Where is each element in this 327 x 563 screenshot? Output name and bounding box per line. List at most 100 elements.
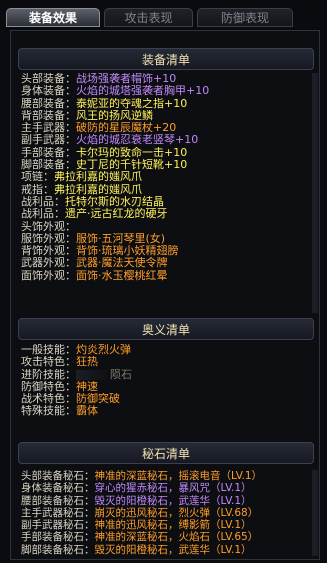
equipment-row: 战利品：托特尔斯的水刃结晶 (21, 196, 313, 208)
equipment-slot-label: 副手武器： (21, 134, 76, 147)
equipment-row: 项链：弗拉利嘉的媸风爪 (21, 171, 313, 183)
equipment-list: 头部装备：战场强袭者帽饰+10 身体装备：火焰的城塔强袭者胸甲+10 腰部装备：… (21, 73, 313, 282)
secret-row: 一般技能：灼炎烈火弹 (21, 344, 313, 356)
equipment-row: 背部装备：风王的扬风逆鳞 (21, 110, 313, 122)
rune-name[interactable]: 毁灭的阳橙秘石，武莲华（LV.1） (95, 544, 252, 556)
equipment-slot-label: 头部装备： (21, 73, 76, 85)
secret-skill-name[interactable]: 防御突破 (76, 393, 120, 405)
equipment-scrollbar[interactable] (312, 73, 318, 313)
equipment-item-name[interactable]: 弗拉利嘉的媸风爪 (54, 171, 142, 183)
equipment-row: 服饰外观：服饰·五河琴里(女) (21, 233, 313, 245)
secret-skill-name[interactable]: 霸体 (76, 405, 98, 417)
equipment-slot-label: 战利品： (21, 208, 65, 221)
secret-row: 特殊技能：霸体 (21, 405, 313, 417)
equipment-item-name[interactable]: 战场强袭者帽饰+10 (76, 73, 176, 85)
rune-list: 头部装备秘石：神准的深蓝秘石，摇滚电音（LV.1） 身体装备秘石：穿心的猩赤秘石… (21, 470, 313, 556)
equipment-item-name[interactable]: 遗产·远古红龙的硬牙 (65, 208, 168, 220)
secret-row: 防御特色：神速 (21, 381, 313, 393)
equipment-slot-label: 手部装备： (21, 146, 76, 159)
secret-row: 攻击特色：狂热 (21, 356, 313, 368)
rune-row: 头部装备秘石：神准的深蓝秘石，摇滚电音（LV.1） (21, 470, 313, 482)
equipment-row: 头饰外观： (21, 221, 313, 233)
secret-skill-name[interactable]: 狂热 (76, 356, 98, 368)
panel-frame: 装备清单 头部装备：战场强袭者帽饰+10 身体装备：火焰的城塔强袭者胸甲+10 … (10, 30, 320, 560)
equipment-slot-label: 背部装备： (21, 109, 76, 122)
tab-bar: 装备效果 攻击表现 防御表现 (0, 0, 327, 30)
equipment-item-name[interactable]: 面饰·水玉樱桃红晕 (76, 270, 168, 282)
equipment-slot-label: 武器外观： (21, 257, 76, 270)
rune-name[interactable]: 崩灭的迅风秘石，烈火弹（LV.68） (95, 507, 259, 519)
secret-row: 战术特色：防御突破 (21, 393, 313, 405)
tab-defense-performance[interactable]: 防御表现 (197, 8, 293, 27)
rune-slot-label: 副手武器秘石： (21, 519, 95, 532)
equipment-slot-label: 服饰外观： (21, 232, 76, 245)
equipment-item-name[interactable]: 弗拉利嘉的媸风爪 (54, 184, 142, 196)
rune-row: 手部装备秘石：神准的深蓝秘石，火焰石（LV.65） (21, 531, 313, 543)
secret-list-header: 奥义清单 (18, 318, 314, 340)
rune-slot-label: 主手武器秘石： (21, 506, 95, 519)
equipment-slot-label: 戒指： (21, 183, 54, 196)
equipment-row: 战利品：遗产·远古红龙的硬牙 (21, 208, 313, 220)
secret-skill-name[interactable]: 灼炎烈火弹 (76, 344, 131, 356)
equipment-row: 腰部装备：泰妮亚的夺魂之指+10 (21, 98, 313, 110)
equipment-item-name[interactable]: 火焰的城塔强袭者胸甲+10 (76, 85, 209, 97)
equipment-row: 背饰外观：背饰·琉璃小妖精翅膀 (21, 245, 313, 257)
equipment-slot-label: 身体装备： (21, 85, 76, 98)
secret-slot-label: 一般技能： (21, 344, 76, 356)
rune-row: 主手武器秘石：崩灭的迅风秘石，烈火弹（LV.68） (21, 507, 313, 519)
equipment-row: 主手武器：破防的星辰魔杖+20 (21, 122, 313, 134)
secret-slot-label: 进阶技能： (21, 368, 76, 381)
equipment-item-name[interactable]: 服饰·五河琴里(女) (76, 233, 165, 245)
equipment-row: 身体装备：火焰的城塔强袭者胸甲+10 (21, 85, 313, 97)
secret-skill-name[interactable]: 神速 (76, 381, 98, 393)
rune-name[interactable]: 神准的迅风秘石，缚影箭（LV.1） (95, 519, 252, 531)
equipment-item-name[interactable]: 火焰的城忍衰老竖琴+10 (76, 134, 198, 146)
rune-slot-label: 手部装备秘石： (21, 531, 95, 544)
rune-name[interactable]: 穿心的猩赤秘石，暴风咒（LV.1） (95, 482, 252, 494)
equipment-item-name[interactable]: 卡尔玛的致命一击+10 (76, 147, 187, 159)
equipment-item-name[interactable]: 破防的星辰魔杖+20 (76, 122, 176, 134)
equipment-item-name[interactable]: 史丁尼的千针短靴+10 (76, 159, 187, 171)
equipment-item-name[interactable]: 风王的扬风逆鳞 (76, 110, 153, 122)
secret-list: 一般技能：灼炎烈火弹 攻击特色：狂热 进阶技能： 陨石 防御特色：神速 战术特色：… (21, 344, 313, 418)
rune-slot-label: 脚部装备秘石： (21, 543, 95, 556)
equipment-row: 副手武器：火焰的城忍衰老竖琴+10 (21, 134, 313, 146)
rune-name[interactable]: 神准的深蓝秘石，火焰石（LV.65） (95, 531, 259, 543)
equipment-row: 面饰外观：面饰·水玉樱桃红晕 (21, 270, 313, 282)
rune-row: 副手武器秘石：神准的迅风秘石，缚影箭（LV.1） (21, 519, 313, 531)
tab-attack-performance[interactable]: 攻击表现 (104, 8, 193, 27)
skill-icon (76, 369, 108, 380)
equipment-item-name[interactable]: 背饰·琉璃小妖精翅膀 (76, 245, 179, 257)
rune-name[interactable]: 神准的深蓝秘石，摇滚电音（LV.1） (95, 470, 263, 482)
rune-list-header: 秘石清单 (18, 442, 314, 464)
secret-slot-label: 战术特色： (21, 393, 76, 406)
equipment-slot-label: 项链： (21, 171, 54, 184)
rune-name[interactable]: 毁灭的阳橙秘石，武莲华（LV.1） (95, 495, 252, 507)
equipment-slot-label: 头饰外观： (21, 220, 76, 233)
secret-row: 进阶技能： 陨石 (21, 369, 313, 381)
secret-slot-label: 防御特色： (21, 380, 76, 393)
rune-slot-label: 身体装备秘石： (21, 482, 95, 495)
equipment-slot-label: 主手武器： (21, 122, 76, 135)
equipment-slot-label: 腰部装备： (21, 97, 76, 110)
secret-skill-name[interactable]: 陨石 (110, 369, 132, 381)
equipment-row: 手部装备：卡尔玛的致命一击+10 (21, 147, 313, 159)
secret-slot-label: 攻击特色： (21, 356, 76, 369)
equipment-list-header: 装备清单 (18, 48, 314, 70)
equipment-slot-label: 面饰外观： (21, 269, 76, 282)
tab-equipment-effect[interactable]: 装备效果 (6, 8, 100, 27)
equipment-row: 脚部装备：史丁尼的千针短靴+10 (21, 159, 313, 171)
equipment-slot-label: 战利品： (21, 195, 65, 208)
equipment-item-name[interactable]: 泰妮亚的夺魂之指+10 (76, 98, 187, 110)
equipment-row: 头部装备：战场强袭者帽饰+10 (21, 73, 313, 85)
equipment-row: 戒指：弗拉利嘉的媸风爪 (21, 184, 313, 196)
equipment-slot-label: 背饰外观： (21, 245, 76, 258)
rune-slot-label: 头部装备秘石： (21, 470, 95, 482)
equipment-slot-label: 脚部装备： (21, 159, 76, 172)
rune-scrollbar[interactable] (312, 470, 318, 556)
rune-slot-label: 腰部装备秘石： (21, 494, 95, 507)
equipment-item-name[interactable]: 托特尔斯的水刃结晶 (65, 196, 164, 208)
equipment-item-name[interactable]: 武器·魔法天使令牌 (76, 257, 168, 269)
rune-row: 身体装备秘石：穿心的猩赤秘石，暴风咒（LV.1） (21, 482, 313, 494)
rune-row: 脚部装备秘石：毁灭的阳橙秘石，武莲华（LV.1） (21, 544, 313, 556)
